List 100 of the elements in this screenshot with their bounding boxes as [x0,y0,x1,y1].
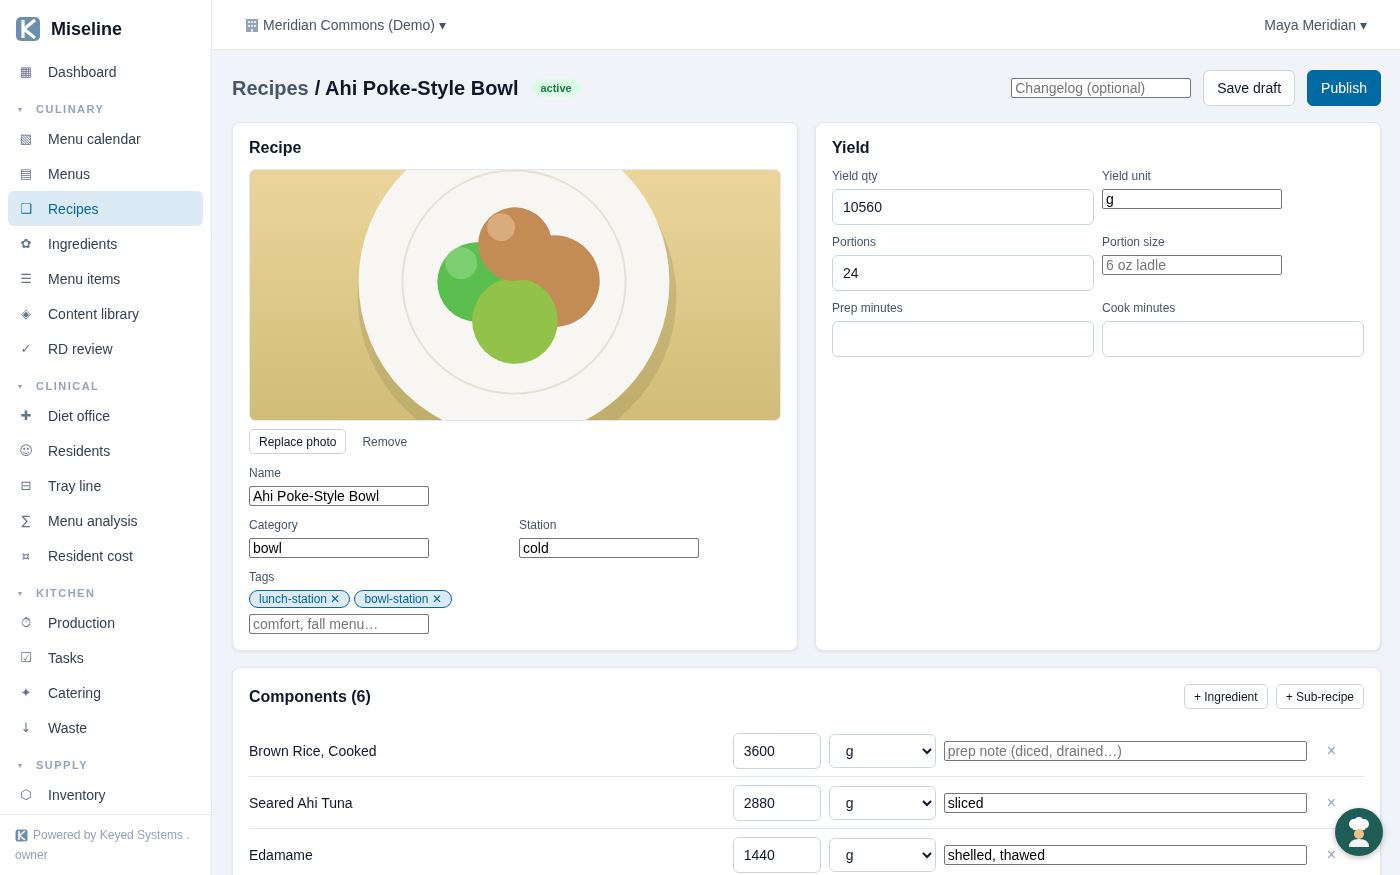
sidebar-item[interactable]: ☰ Menu items [8,261,203,296]
field-label: Portions [832,235,878,249]
logo-icon [15,828,28,842]
sidebar-item[interactable]: ⬡ Inventory [8,777,203,812]
sidebar-item[interactable]: ↓ Waste [8,710,203,745]
nav-icon: ⏱ [18,614,34,631]
sidebar-item[interactable]: ▧ Menu calendar [8,121,203,156]
logo-icon [15,16,41,42]
sidebar-item[interactable]: ◈ Content library [8,296,203,331]
sidebar-label: Recipes [48,200,99,217]
input-field[interactable]: 10560 [832,189,1094,225]
field-label: Cook minutes [1102,301,1177,315]
nav-icon: ✚ [18,408,34,423]
sidebar-label: Ingredients [48,235,118,252]
save-draft-button[interactable]: Save draft [1203,70,1296,106]
sidebar-item[interactable]: ▦ Dashboard [8,54,203,89]
card-title: Yield [832,139,871,157]
nav-icon: ✿ [18,236,34,251]
field-label: Category [249,518,299,532]
sidebar-label: Tray line [48,477,102,494]
nav-icon: ❑ [18,201,34,216]
sidebar-item[interactable]: ✿ Ingredients [8,226,203,261]
breadcrumb-link[interactable]: Recipes [232,76,309,100]
input-field[interactable]: 6 oz ladle [1102,255,1282,275]
page-title: / Ahi Poke-Style Bowl [314,76,519,100]
sidebar-label: Tasks [48,649,84,666]
nav-icon: ¤ [18,548,34,563]
component-name: Seared Ahi Tuna [249,794,354,811]
role-text: owner [15,848,48,862]
card-title: Components (6) [249,687,371,706]
organization-selector[interactable]: Meridian Commons (Demo) ▾ [263,16,446,33]
brand-name: Miseline [51,18,123,40]
section-heading: CULINARY [36,103,105,115]
field-label: Tags [249,570,276,584]
nav-icon: ▤ [18,166,34,181]
nav-icon: ☺ [18,443,34,458]
remove-button[interactable]: Remove [350,434,420,449]
sidebar-label: Menus [48,165,91,182]
sidebar-item[interactable]: ✚ Diet office [8,398,203,433]
sidebar-item[interactable]: ☺ Residents [8,433,203,468]
nav-icon: ◈ [18,306,34,321]
prep-note-field[interactable]: shelled, thawed [943,844,1307,865]
unit-select[interactable]: g [828,733,936,768]
name-field[interactable]: Ahi Poke-Style Bowl [249,486,429,506]
status-badge: active [532,79,580,97]
input-field[interactable]: g [1102,189,1282,209]
tag-field[interactable]: comfort, fall menu… [249,614,429,634]
nav-icon: ▧ [18,131,34,146]
sidebar-label: Waste [48,719,88,736]
sidebar-label: Catering [48,684,101,701]
building-icon [245,17,259,32]
nav-icon: ⬡ [18,787,34,802]
sidebar-label: Inventory [48,786,106,803]
sidebar-label: Diet office [48,407,110,424]
quantity-field[interactable]: 2880 [732,784,821,821]
sidebar-item[interactable]: ⏱ Production [8,605,203,640]
field-label: Yield qty [832,169,879,183]
nav-icon: ✓ [18,341,34,356]
add-sub-recipe-button[interactable]: + Sub-recipe [1275,684,1364,709]
nav-icon: ✦ [18,685,34,700]
sidebar-item[interactable]: ❑ Recipes [8,191,203,226]
component-name: Edamame [249,846,314,863]
category-field[interactable]: bowl [249,538,429,558]
field-label: Station [519,518,558,532]
unit-select[interactable]: g [828,785,936,820]
nav-icon: ▦ [18,64,34,79]
quantity-field[interactable]: 1440 [732,836,821,873]
tag-chip[interactable]: bowl-station ✕ [354,590,452,608]
sidebar-item[interactable]: ✓ RD review [8,331,203,366]
sidebar-item[interactable]: ¤ Resident cost [8,538,203,573]
replace-photo-button[interactable]: Replace photo [249,429,347,454]
unit-select[interactable]: g [828,837,936,872]
user-menu[interactable]: Maya Meridian ▾ [1264,16,1367,33]
changelog-field[interactable]: Changelog (optional) [1011,78,1192,98]
quantity-field[interactable]: 3600 [732,732,821,769]
sidebar-label: Menu calendar [48,130,141,147]
sidebar-item[interactable]: ∑ Menu analysis [8,503,203,538]
add-ingredient-button[interactable]: + Ingredient [1183,684,1268,709]
sidebar-item[interactable]: ✦ Catering [8,675,203,710]
sidebar-item[interactable]: ⊟ Tray line [8,468,203,503]
input-field[interactable]: 24 [832,255,1094,291]
prep-note-field[interactable]: sliced [943,792,1307,813]
field-label: Yield unit [1102,169,1152,183]
sidebar-label: Content library [48,305,140,322]
nav-icon: ⊟ [18,478,34,493]
sidebar-item[interactable]: ▤ Menus [8,156,203,191]
prep-note-field[interactable]: prep note (diced, drained…) [943,740,1307,761]
sidebar-label: Dashboard [48,63,117,80]
nav-icon: ☑ [18,650,34,665]
tag-chip[interactable]: lunch-station ✕ [249,590,351,608]
sidebar-label: Residents [48,442,111,459]
nav-icon: ∑ [18,513,34,528]
section-heading: SUPPLY [36,759,88,771]
powered-by-text: Powered by Keyed Systems . [33,827,190,844]
card-title: Recipe [249,139,303,157]
field-label: Prep minutes [832,301,904,315]
sidebar-item[interactable]: ☑ Tasks [8,640,203,675]
nav-icon: ☰ [18,271,34,286]
station-field[interactable]: cold [519,538,699,558]
publish-button[interactable]: Publish [1307,70,1381,106]
